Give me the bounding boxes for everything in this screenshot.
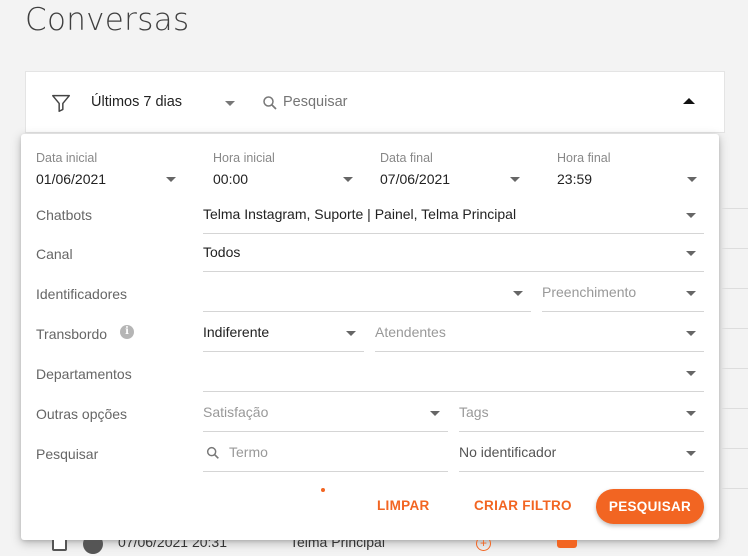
atendentes-placeholder: Atendentes: [375, 324, 446, 340]
chevron-down-icon[interactable]: [686, 331, 696, 336]
pesquisar-label: Pesquisar: [36, 446, 99, 462]
chatbots-label: Chatbots: [36, 207, 93, 223]
row-divider: [722, 448, 748, 449]
satisfacao-placeholder: Satisfação: [203, 404, 269, 420]
chevron-down-icon[interactable]: [686, 251, 696, 256]
eye-icon[interactable]: [83, 540, 103, 554]
page-title: Conversas: [25, 2, 190, 38]
loading-dot: [321, 488, 325, 492]
outras-opcoes-label: Outras opções: [36, 406, 128, 422]
table-row: 07/06/2021 20:31 Telma Principal +: [0, 540, 748, 556]
termo-input-wrapper[interactable]: Termo: [203, 434, 448, 472]
chevron-down-icon[interactable]: [686, 451, 696, 456]
filter-panel: Data inicial 01/06/2021 Hora inicial 00:…: [21, 134, 719, 540]
chevron-down-icon[interactable]: [686, 213, 696, 218]
row-chatbot: Telma Principal: [290, 540, 385, 550]
row-divider: [722, 488, 748, 489]
chevron-up-icon[interactable]: [683, 98, 695, 104]
chevron-down-icon[interactable]: [343, 177, 353, 182]
transbordo-select[interactable]: Indiferente: [203, 314, 364, 352]
filter-icon[interactable]: [50, 92, 72, 114]
termo-placeholder[interactable]: Termo: [229, 444, 268, 460]
search-scope-value: No identificador: [459, 444, 557, 460]
chatbots-value: Telma Instagram, Suporte | Painel, Telma…: [203, 206, 517, 222]
date-start-label: Data inicial: [36, 151, 98, 165]
row-divider: [722, 208, 748, 209]
tags-placeholder: Tags: [459, 404, 489, 420]
row-divider: [722, 408, 748, 409]
filter-bar: Últimos 7 dias: [25, 71, 725, 133]
chevron-down-icon[interactable]: [166, 177, 176, 182]
row-divider: [722, 288, 748, 289]
search-scope-select[interactable]: No identificador: [459, 434, 704, 472]
date-start-value[interactable]: 01/06/2021: [36, 171, 106, 187]
period-select[interactable]: Últimos 7 dias: [91, 94, 182, 110]
row-divider: [722, 368, 748, 369]
row-divider: [722, 328, 748, 329]
search-icon: [263, 96, 277, 110]
chevron-down-icon[interactable]: [513, 291, 523, 296]
departamentos-label: Departamentos: [36, 366, 132, 382]
chevron-down-icon[interactable]: [686, 291, 696, 296]
search-input[interactable]: [283, 94, 483, 110]
time-start-value[interactable]: 00:00: [213, 171, 248, 187]
time-start-label: Hora inicial: [213, 151, 275, 165]
departamentos-select[interactable]: [203, 354, 704, 392]
time-end-value[interactable]: 23:59: [557, 171, 592, 187]
identificadores-select[interactable]: [203, 274, 531, 312]
chevron-down-icon[interactable]: [687, 177, 697, 182]
date-end-label: Data final: [380, 151, 433, 165]
create-filter-button[interactable]: CRIAR FILTRO: [474, 498, 572, 513]
date-end-value[interactable]: 07/06/2021: [380, 171, 450, 187]
satisfacao-select[interactable]: Satisfação: [203, 394, 448, 432]
chevron-down-icon[interactable]: [346, 331, 356, 336]
search-button[interactable]: PESQUISAR: [596, 489, 704, 524]
chevron-down-icon[interactable]: [510, 177, 520, 182]
chevron-down-icon[interactable]: [225, 101, 235, 106]
chatbots-select[interactable]: Telma Instagram, Suporte | Painel, Telma…: [203, 196, 704, 234]
row-date: 07/06/2021 20:31: [118, 540, 227, 550]
chevron-down-icon[interactable]: [430, 411, 440, 416]
preenchimento-placeholder: Preenchimento: [542, 284, 637, 300]
canal-select[interactable]: Todos: [203, 234, 704, 272]
canal-label: Canal: [36, 246, 73, 262]
transbordo-value: Indiferente: [203, 324, 270, 340]
row-divider: [722, 248, 748, 249]
info-icon[interactable]: i: [120, 325, 134, 339]
time-end-label: Hora final: [557, 151, 611, 165]
chevron-down-icon[interactable]: [686, 371, 696, 376]
atendentes-select[interactable]: Atendentes: [375, 314, 704, 352]
search-icon: [206, 446, 219, 459]
canal-value: Todos: [203, 244, 241, 260]
preenchimento-select[interactable]: Preenchimento: [542, 274, 704, 312]
chevron-down-icon[interactable]: [686, 411, 696, 416]
identificadores-label: Identificadores: [36, 286, 128, 302]
plus-icon[interactable]: +: [476, 540, 491, 551]
tags-select[interactable]: Tags: [459, 394, 704, 432]
clear-button[interactable]: LIMPAR: [377, 498, 430, 513]
chat-icon[interactable]: [557, 540, 577, 548]
row-checkbox[interactable]: [52, 540, 67, 551]
transbordo-label: Transbordo: [36, 326, 108, 342]
